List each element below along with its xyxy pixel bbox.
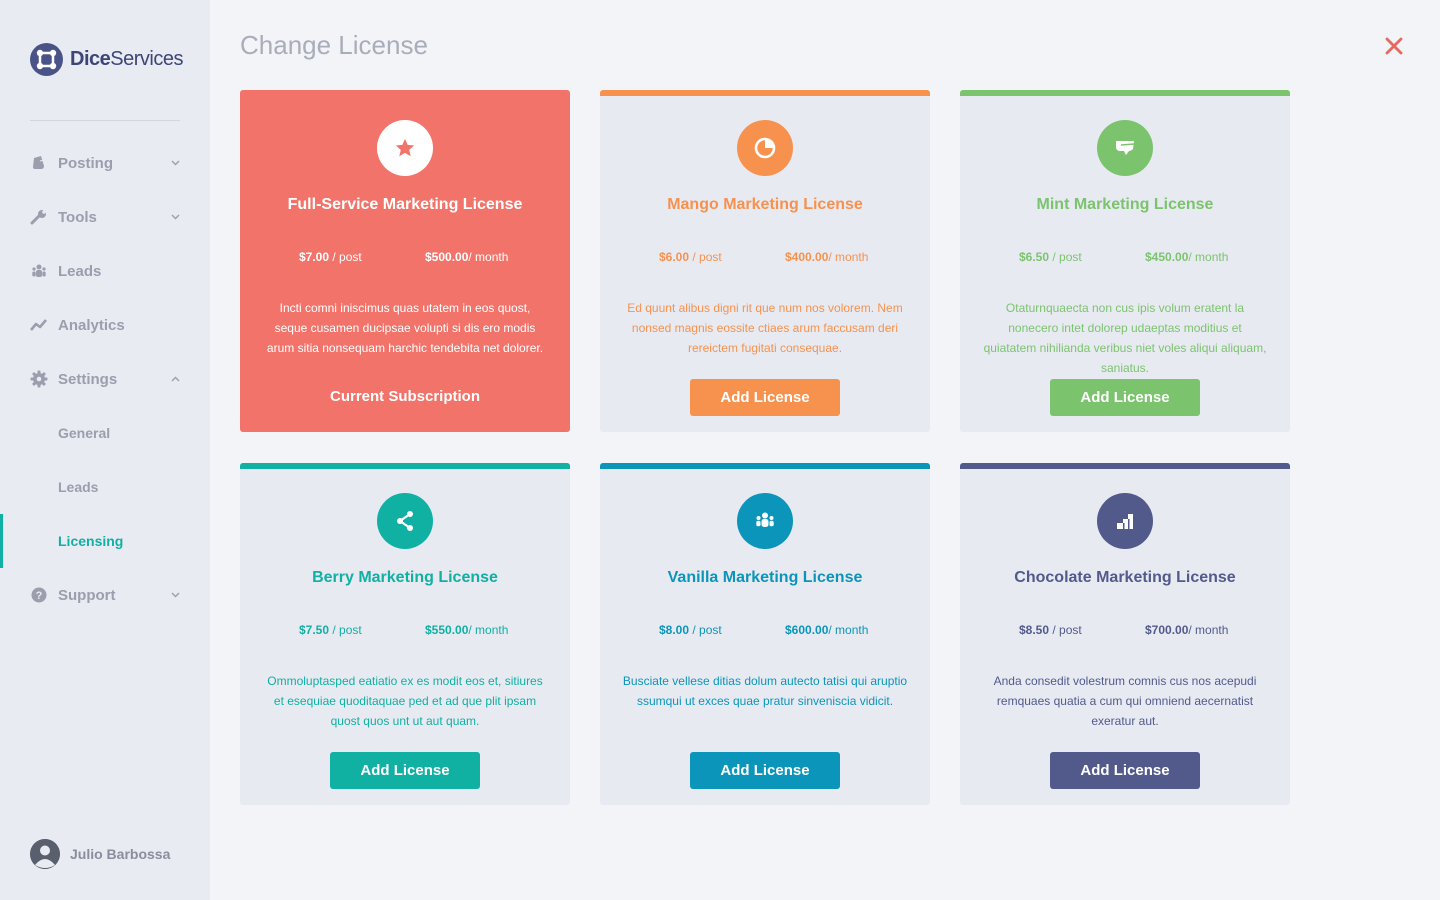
sidebar-subitem-leads[interactable]: Leads <box>0 460 210 514</box>
svg-text:?: ? <box>36 590 43 602</box>
price-per-month: $550.00/ month <box>425 623 509 637</box>
license-name: Mango Marketing License <box>667 196 863 213</box>
add-license-button[interactable]: Add License <box>1050 379 1200 416</box>
avatar <box>30 839 60 869</box>
help-icon: ? <box>30 586 48 604</box>
license-card-vanilla: Vanilla Marketing License $8.00 / post $… <box>600 463 930 805</box>
add-license-button[interactable]: Add License <box>690 752 840 789</box>
sidebar-item-label: Support <box>58 586 116 604</box>
license-card-mango: Mango Marketing License $6.00 / post $40… <box>600 90 930 432</box>
current-subscription-label: Current Subscription <box>329 388 480 405</box>
sidebar-item-tools[interactable]: Tools <box>0 190 210 244</box>
gear-icon <box>30 370 48 388</box>
document-icon <box>30 154 48 172</box>
pie-chart-icon <box>754 137 776 159</box>
license-icon-badge <box>1097 493 1153 549</box>
sidebar-divider <box>30 120 180 121</box>
price-per-post: $7.00 / post <box>299 250 362 264</box>
license-card-full-service: Full-Service Marketing License $7.00 / p… <box>240 90 570 432</box>
license-icon-badge <box>737 493 793 549</box>
sidebar-subitem-licensing[interactable]: Licensing <box>0 514 210 568</box>
page-title: Change License <box>240 30 428 60</box>
license-icon-badge <box>1097 120 1153 176</box>
price-per-month: $500.00/ month <box>425 250 509 264</box>
trend-icon <box>30 316 48 334</box>
sidebar-subitem-label: General <box>58 425 111 441</box>
sidebar-item-label: Analytics <box>58 316 125 334</box>
app-logo[interactable]: DiceServices <box>30 43 183 76</box>
price-per-post: $7.50 / post <box>299 623 362 637</box>
sidebar-item-support[interactable]: ? Support <box>0 568 210 622</box>
sidebar: DiceServices Posting Tools Leads Analyti… <box>0 0 210 900</box>
license-name: Chocolate Marketing License <box>1014 569 1236 586</box>
sidebar-item-label: Posting <box>58 154 113 172</box>
license-description: Otaturnquaecta non cus ipis volum eraten… <box>983 301 1267 375</box>
price-per-post: $8.50 / post <box>1019 623 1082 637</box>
add-license-button[interactable]: Add License <box>330 752 480 789</box>
license-icon-badge <box>377 120 433 176</box>
license-description: Busciate vellese ditias dolum autecto ta… <box>622 674 908 708</box>
close-button[interactable] <box>1384 36 1404 56</box>
license-card-berry: Berry Marketing License $7.50 / post $55… <box>240 463 570 805</box>
sidebar-item-analytics[interactable]: Analytics <box>0 298 210 352</box>
chat-bubble-icon <box>1116 141 1135 155</box>
sidebar-item-label: Leads <box>58 262 102 280</box>
license-name: Vanilla Marketing License <box>667 569 863 586</box>
app-name: DiceServices <box>70 48 183 70</box>
sidebar-nav: Posting Tools Leads Analytics Settings G… <box>0 136 210 622</box>
price-per-post: $8.00 / post <box>659 623 722 637</box>
sidebar-subitem-label: Leads <box>58 479 99 495</box>
sidebar-item-leads[interactable]: Leads <box>0 244 210 298</box>
price-per-month: $450.00/ month <box>1145 250 1229 264</box>
card-accent-bar <box>600 90 930 96</box>
license-name: Full-Service Marketing License <box>287 196 523 213</box>
sidebar-item-label: Settings <box>58 370 118 388</box>
add-license-button[interactable]: Add License <box>690 379 840 416</box>
chevron-up-icon <box>171 376 180 382</box>
price-per-post: $6.50 / post <box>1019 250 1082 264</box>
price-per-month: $600.00/ month <box>785 623 869 637</box>
price-per-month: $700.00/ month <box>1145 623 1229 637</box>
chevron-down-icon <box>171 214 180 220</box>
user-name: Julio Barbossa <box>70 846 171 862</box>
sidebar-item-label: Tools <box>58 208 97 226</box>
close-icon <box>1385 37 1403 55</box>
chevron-down-icon <box>171 592 180 598</box>
chevron-down-icon <box>171 160 180 166</box>
license-card-mint: Mint Marketing License $6.50 / post $450… <box>960 90 1290 432</box>
price-per-post: $6.00 / post <box>659 250 722 264</box>
share-icon <box>397 511 413 531</box>
bar-steps-icon <box>1117 514 1133 529</box>
license-icon-badge <box>377 493 433 549</box>
wrench-icon <box>30 208 48 226</box>
license-description: Ommoluptasped eatiatio ex es modit eos e… <box>267 674 543 728</box>
card-accent-bar <box>240 463 570 469</box>
sidebar-item-settings[interactable]: Settings <box>0 352 210 406</box>
license-card-chocolate: Chocolate Marketing License $8.50 / post… <box>960 463 1290 805</box>
license-name: Mint Marketing License <box>1036 196 1214 213</box>
group-icon <box>756 512 774 527</box>
sidebar-subitem-label: Licensing <box>58 533 124 549</box>
dice-logo-icon <box>30 43 63 76</box>
license-description: Incti comni iniscimus quas utatem in eos… <box>266 301 544 355</box>
license-description: Anda consedit volestrum comnis cus nos a… <box>993 674 1257 728</box>
card-accent-bar <box>960 463 1290 469</box>
sidebar-item-posting[interactable]: Posting <box>0 136 210 190</box>
price-per-month: $400.00/ month <box>785 250 869 264</box>
people-icon <box>30 262 48 280</box>
license-description: Ed quunt alibus digni rit que num nos vo… <box>627 301 903 355</box>
card-accent-bar <box>600 463 930 469</box>
license-icon-badge <box>737 120 793 176</box>
card-accent-bar <box>960 90 1290 96</box>
user-profile[interactable]: Julio Barbossa <box>30 839 170 869</box>
star-icon <box>395 138 415 157</box>
license-name: Berry Marketing License <box>312 569 498 586</box>
add-license-button[interactable]: Add License <box>1050 752 1200 789</box>
sidebar-subitem-general[interactable]: General <box>0 406 210 460</box>
